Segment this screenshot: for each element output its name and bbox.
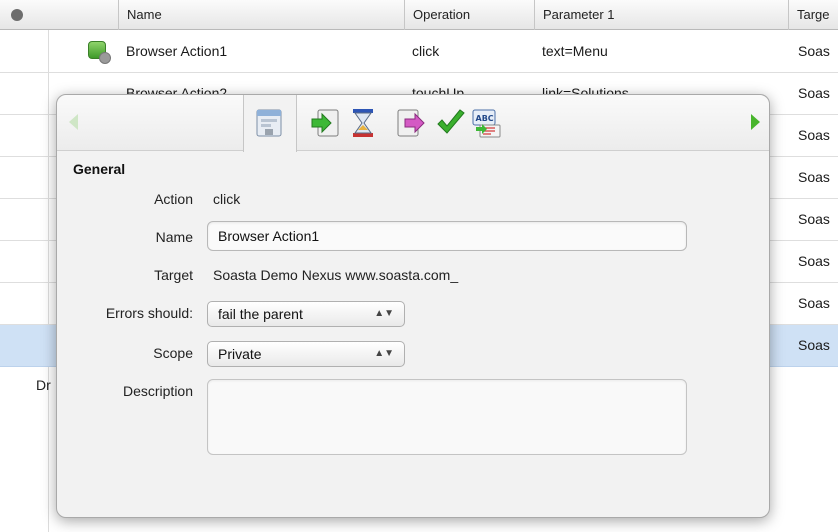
column-header-operation[interactable]: Operation	[404, 0, 528, 30]
scope-value: Private	[218, 346, 262, 362]
waits-icon[interactable]	[347, 107, 379, 139]
column-header-target[interactable]: Targe	[788, 0, 838, 30]
popover-toolbar: ABC	[57, 95, 769, 152]
errors-should-value: fail the parent	[218, 306, 303, 322]
table-row[interactable]: Browser Action1 click text=Menu Soas	[0, 31, 838, 73]
validations-icon[interactable]	[435, 107, 467, 139]
scope-select[interactable]: Private ▲▼	[207, 341, 405, 367]
svg-text:ABC: ABC	[476, 114, 494, 123]
table-header: Name Operation Parameter 1 Targe	[0, 0, 838, 30]
row-operation: click	[412, 43, 440, 59]
action-value: click	[213, 191, 241, 207]
row-target: Soas	[798, 295, 830, 311]
target-label: Target	[154, 267, 193, 283]
errors-should-label: Errors should:	[105, 305, 193, 321]
row-target: Soas	[798, 43, 830, 59]
row-target: Soas	[798, 253, 830, 269]
row-target: Soas	[798, 337, 830, 353]
row-parameter-1: text=Menu	[542, 43, 608, 59]
scope-label: Scope	[153, 345, 193, 361]
name-label: Name	[155, 229, 193, 245]
row-name: Browser Action1	[126, 43, 228, 59]
below-table-text: Dr	[36, 377, 51, 393]
row-target: Soas	[798, 169, 830, 185]
select-arrows-icon: ▲▼	[374, 308, 394, 319]
properties-icon[interactable]	[253, 107, 285, 139]
select-arrows-icon: ▲▼	[374, 348, 394, 359]
status-column-header[interactable]	[0, 0, 50, 30]
next-arrow-icon[interactable]	[751, 114, 760, 130]
target-value: Soasta Demo Nexus www.soasta.com_	[213, 267, 459, 283]
properties-popover: ABC General Action click Name Browser Ac…	[56, 94, 770, 518]
browser-action-icon	[88, 41, 111, 64]
locators-icon[interactable]: ABC	[471, 107, 503, 139]
row-target: Soas	[798, 127, 830, 143]
description-label: Description	[122, 383, 193, 399]
status-dot-icon	[11, 9, 23, 21]
action-label: Action	[154, 191, 193, 207]
column-header-parameter-1[interactable]: Parameter 1	[534, 0, 782, 30]
description-field[interactable]	[207, 379, 687, 455]
previous-arrow-icon[interactable]	[69, 114, 78, 130]
output-icon[interactable]	[395, 107, 427, 139]
errors-should-select[interactable]: fail the parent ▲▼	[207, 301, 405, 327]
input-icon[interactable]	[309, 107, 341, 139]
row-target: Soas	[798, 85, 830, 101]
row-target: Soas	[798, 211, 830, 227]
name-field[interactable]: Browser Action1	[207, 221, 687, 251]
section-title-general: General	[73, 161, 126, 177]
column-header-name[interactable]: Name	[118, 0, 398, 30]
